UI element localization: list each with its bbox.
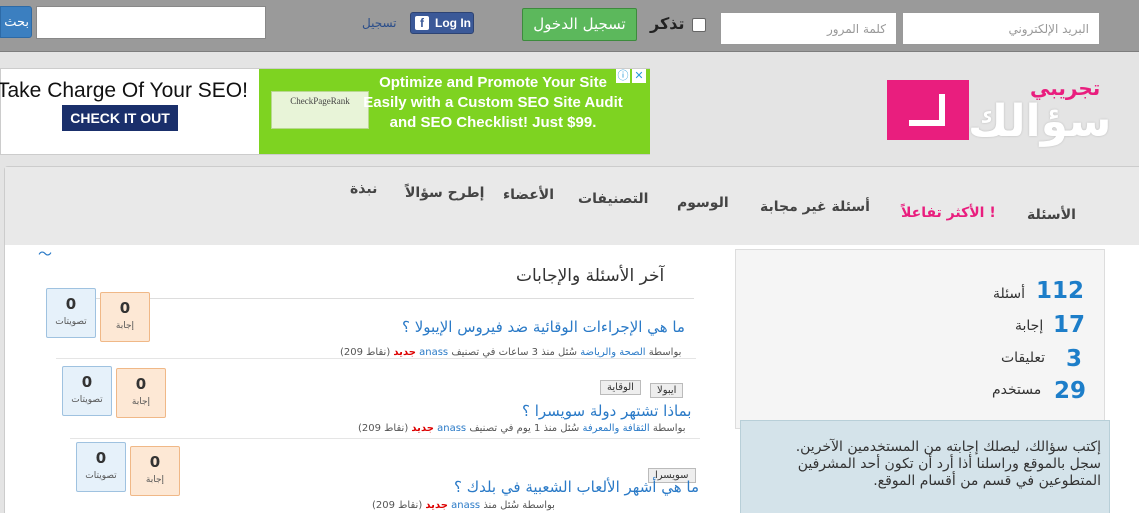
category-link[interactable]: الصحة والرياضة bbox=[580, 347, 645, 358]
ad-copy-line: Easily with a Custom SEO Site Audit bbox=[363, 94, 623, 111]
new-badge: جديد bbox=[393, 347, 416, 358]
row-divider bbox=[56, 358, 696, 359]
question-meta: (209 نقاط) جديد anass بواسطة الصحة والري… bbox=[340, 347, 681, 358]
meta-by: بواسطة bbox=[522, 500, 555, 511]
answers-count: 0 bbox=[149, 453, 161, 471]
nav-questions[interactable]: الأسئلة bbox=[1027, 207, 1076, 223]
nav-unanswered[interactable]: أسئلة غير مجابة bbox=[760, 199, 870, 215]
question-title[interactable]: ما هي الإجراءات الوقائية ضد فيروس الإيبو… bbox=[402, 318, 685, 336]
category-link[interactable]: الثقافة والمعرفة bbox=[582, 423, 649, 434]
stat-comments-count: 3 bbox=[1066, 346, 1083, 372]
rss-icon[interactable]: 〜 bbox=[38, 248, 52, 262]
stat-comments-label: تعليقات bbox=[1001, 350, 1046, 366]
row-divider bbox=[70, 438, 700, 439]
stat-answers-count: 17 bbox=[1053, 312, 1086, 338]
nav-about[interactable]: نبذة bbox=[350, 181, 377, 197]
votes-label: تصويتات bbox=[55, 317, 87, 327]
site-logo-icon[interactable] bbox=[887, 80, 969, 140]
nav-categories[interactable]: التصنيفات bbox=[578, 191, 648, 207]
main-navigation: الأسئلة الأكثر تفاعلاً ! أسئلة غير مجابة… bbox=[5, 167, 1139, 245]
search-input[interactable] bbox=[36, 6, 266, 39]
ad-cta-button[interactable]: CHECK IT OUT bbox=[62, 105, 178, 131]
ad-banner[interactable]: Take Charge Of Your SEO! CHECK IT OUT Ch… bbox=[0, 68, 650, 155]
nav-tags[interactable]: الوسوم bbox=[677, 195, 729, 211]
stats-panel: 112 أسئلة 17 إجابة 3 تعليقات 29 مستخدم bbox=[735, 249, 1105, 429]
question-title[interactable]: ما هي أشهر الألعاب الشعبية في بلدك ؟ bbox=[454, 478, 699, 496]
ad-headline: Take Charge Of Your SEO! bbox=[0, 79, 248, 102]
meta-points: (209 نقاط) bbox=[358, 423, 409, 434]
facebook-icon: f bbox=[415, 16, 429, 30]
question-meta: (209 نقاط) جديد anass بواسطة الثقافة وال… bbox=[358, 423, 686, 434]
answers-count: 0 bbox=[135, 375, 147, 393]
votes-count-box: 0 تصويتات bbox=[76, 442, 126, 492]
register-link[interactable]: تسجيل bbox=[362, 16, 397, 30]
tag-link[interactable]: ايبولا bbox=[650, 383, 684, 398]
ad-left-panel: Take Charge Of Your SEO! CHECK IT OUT bbox=[0, 69, 259, 154]
answers-count-box: 0 إجابة bbox=[130, 446, 180, 496]
meta-prefix: سُئل منذ 1 يوم في تصنيف bbox=[469, 423, 580, 434]
meta-by: بواسطة bbox=[648, 347, 682, 358]
ad-copy: Optimize and Promote Your Site Easily wi… bbox=[363, 73, 623, 133]
stat-questions-count: 112 bbox=[1036, 278, 1085, 304]
meta-by: بواسطة bbox=[652, 423, 686, 434]
question-meta: (209 نقاط) جديد anass بواسطة سُئل منذ bbox=[372, 500, 555, 511]
votes-label: تصويتات bbox=[71, 395, 103, 405]
answers-count-box: 0 إجابة bbox=[116, 368, 166, 418]
votes-label: تصويتات bbox=[85, 471, 117, 481]
user-link[interactable]: anass bbox=[419, 347, 448, 358]
answers-label: إجابة bbox=[145, 475, 165, 485]
section-title: آخر الأسئلة والإجابات bbox=[516, 266, 665, 286]
answers-label: إجابة bbox=[115, 321, 135, 331]
user-link[interactable]: anass bbox=[451, 500, 480, 511]
ad-logo: CheckPageRank bbox=[271, 91, 369, 129]
ad-copy-line: and SEO Checklist! Just $99. bbox=[389, 114, 597, 131]
question-title[interactable]: بماذا تشتهر دولة سويسرا ؟ bbox=[522, 402, 691, 420]
new-badge: جديد bbox=[411, 423, 434, 434]
votes-count-box: 0 تصويتات bbox=[46, 288, 96, 338]
votes-count: 0 bbox=[81, 373, 93, 391]
remember-me-checkbox[interactable] bbox=[692, 18, 706, 32]
stat-answers-label: إجابة bbox=[1015, 318, 1044, 334]
stat-users-count: 29 bbox=[1054, 378, 1087, 404]
new-badge: جديد bbox=[425, 500, 448, 511]
top-login-bar: بحث تسجيل f Log In تسجيل الدخول تذكر كلم… bbox=[0, 0, 1139, 52]
meta-prefix: سُئل منذ bbox=[483, 500, 520, 511]
close-icon[interactable]: ✕ bbox=[632, 69, 646, 83]
search-button[interactable]: بحث bbox=[0, 6, 32, 38]
ad-copy-line: Optimize and Promote Your Site bbox=[379, 74, 607, 91]
votes-count: 0 bbox=[65, 295, 77, 313]
tag-link[interactable]: الوقاية bbox=[600, 380, 641, 395]
nav-members[interactable]: الأعضاء bbox=[503, 187, 554, 203]
meta-prefix: سُئل منذ 3 ساعات في تصنيف bbox=[451, 347, 577, 358]
stat-questions-label: أسئلة bbox=[993, 286, 1025, 302]
welcome-panel: إكتب سؤالك، ليصلك إجابته من المستخدمين ا… bbox=[740, 420, 1110, 513]
answers-label: إجابة bbox=[131, 397, 151, 407]
answers-count-box: 0 إجابة bbox=[100, 292, 150, 342]
nav-ask[interactable]: إطرح سؤالاً bbox=[405, 185, 484, 201]
logo-title[interactable]: سؤالك bbox=[968, 96, 1111, 147]
answers-count: 0 bbox=[119, 299, 131, 317]
email-input[interactable]: البريد الإلكتروني bbox=[902, 12, 1100, 45]
remember-me-label: تذكر bbox=[650, 14, 685, 33]
password-input[interactable]: كلمة المرور bbox=[720, 12, 897, 45]
meta-points: (209 نقاط) bbox=[372, 500, 423, 511]
welcome-text: إكتب سؤالك، ليصلك إجابته من المستخدمين ا… bbox=[795, 439, 1101, 489]
facebook-login-button[interactable]: f Log In bbox=[410, 12, 474, 34]
stat-users-label: مستخدم bbox=[992, 382, 1042, 398]
login-button[interactable]: تسجيل الدخول bbox=[522, 8, 637, 41]
votes-count-box: 0 تصويتات bbox=[62, 366, 112, 416]
user-link[interactable]: anass bbox=[437, 423, 466, 434]
meta-points: (209 نقاط) bbox=[340, 347, 391, 358]
nav-hot[interactable]: الأكثر تفاعلاً ! bbox=[901, 205, 996, 221]
ad-info-icon[interactable]: ⓘ bbox=[616, 69, 630, 83]
facebook-login-label: Log In bbox=[435, 16, 471, 30]
votes-count: 0 bbox=[95, 449, 107, 467]
